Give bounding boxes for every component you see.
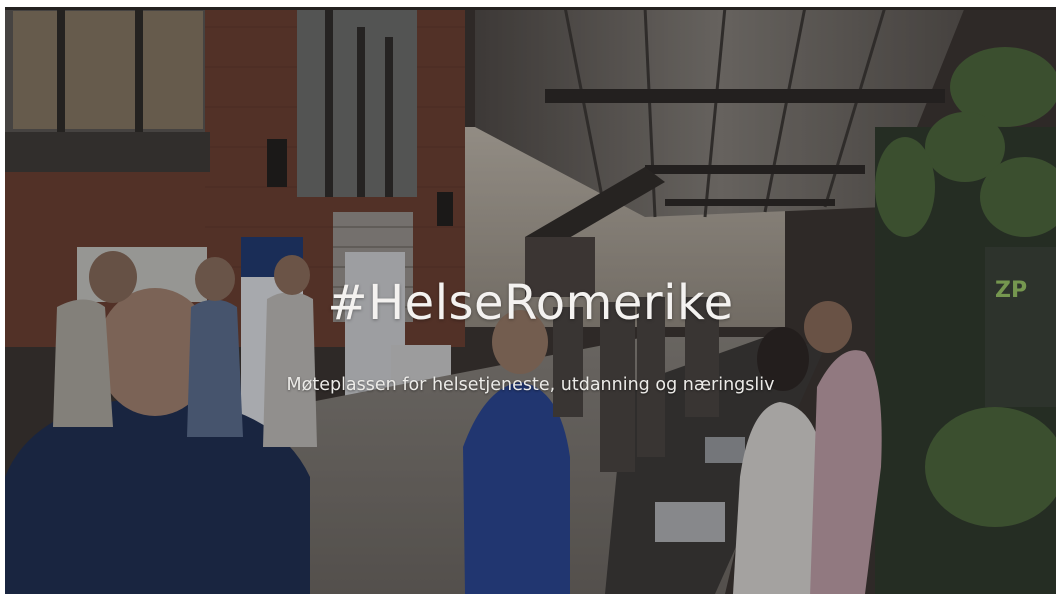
- hero-title: #HelseRomerike: [327, 275, 734, 331]
- hero-subtitle: Møteplassen for helsetjeneste, utdanning…: [286, 375, 775, 395]
- hero-banner: ZP #HelseRomerike Møteplassen for helset…: [5, 7, 1056, 594]
